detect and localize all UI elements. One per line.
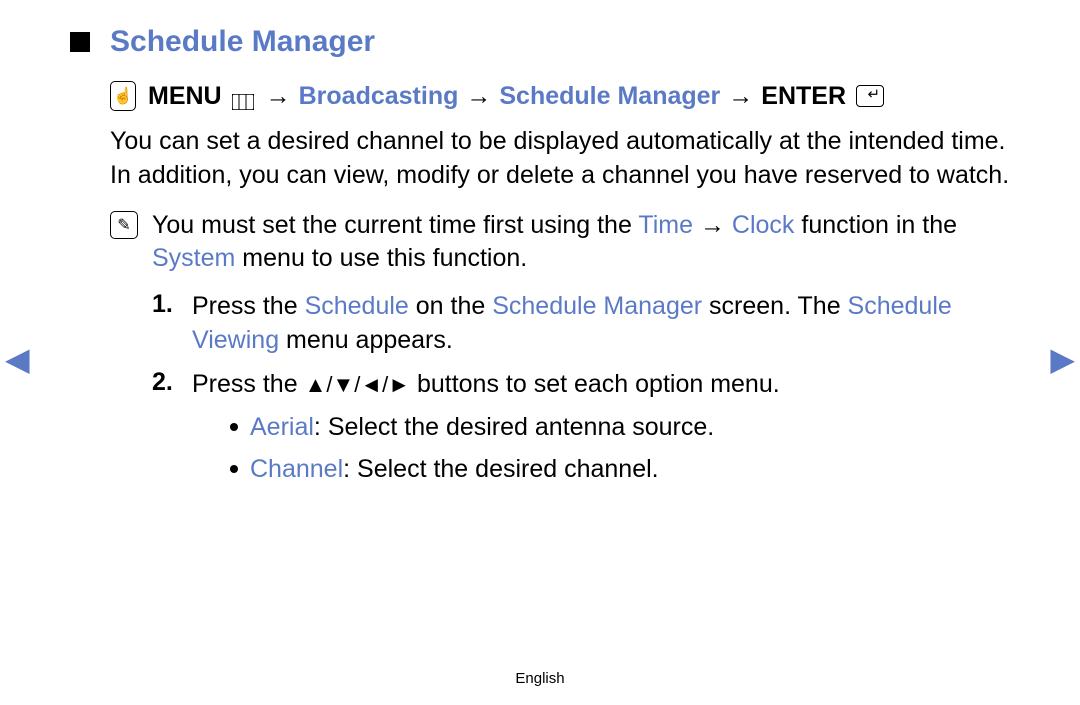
step-text-part: menu appears. xyxy=(279,326,453,354)
note-link: Clock xyxy=(732,211,795,239)
nav-next-button[interactable]: ▶ xyxy=(1050,340,1075,378)
bullet-text: Aerial: Select the desired antenna sourc… xyxy=(250,411,714,445)
arrow-icon: → xyxy=(728,82,753,111)
bullet-desc: : Select the desired channel. xyxy=(343,455,658,483)
enter-label: ENTER xyxy=(761,82,846,111)
note-text-part: function in the xyxy=(794,211,957,239)
list-item: Aerial: Select the desired antenna sourc… xyxy=(230,411,1010,445)
menu-label: MENU xyxy=(148,82,222,111)
footer-language: English xyxy=(0,670,1080,687)
step-text-part: Press the xyxy=(192,370,305,398)
arrow-icon: → xyxy=(466,82,491,111)
note-text-part: → xyxy=(693,211,732,239)
step-text: Press the ▲/▼/◄/► buttons to set each op… xyxy=(192,368,780,402)
bullet-icon xyxy=(230,423,238,431)
bullet-label: Channel xyxy=(250,455,343,483)
intro-paragraph: You can set a desired channel to be disp… xyxy=(110,125,1010,193)
step-1: 1. Press the Schedule on the Schedule Ma… xyxy=(152,290,1010,358)
note-row: ✎ You must set the current time first us… xyxy=(110,209,1010,277)
step-text: Press the Schedule on the Schedule Manag… xyxy=(192,290,1010,358)
step-text-part: screen. The xyxy=(702,292,847,320)
bullet-label: Aerial xyxy=(250,413,314,441)
breadcrumb: ☝ MENU → Broadcasting → Schedule Manager… xyxy=(110,81,1010,111)
step-link: Schedule xyxy=(305,292,409,320)
bullet-text: Channel: Select the desired channel. xyxy=(250,453,659,487)
step-link: Schedule Manager xyxy=(492,292,702,320)
triangle-right-icon: ▶ xyxy=(1050,341,1075,377)
note-text: You must set the current time first usin… xyxy=(152,209,1010,277)
hand-icon: ☝ xyxy=(110,81,136,111)
step-number: 2. xyxy=(152,368,182,402)
content-area: ☝ MENU → Broadcasting → Schedule Manager… xyxy=(110,81,1010,487)
triangle-left-icon: ◀ xyxy=(5,341,30,377)
note-link: Time xyxy=(638,211,693,239)
step-2: 2. Press the ▲/▼/◄/► buttons to set each… xyxy=(152,368,1010,402)
step-text-part: buttons to set each option menu. xyxy=(410,370,780,398)
note-text-part: You must set the current time first usin… xyxy=(152,211,638,239)
step-number: 1. xyxy=(152,290,182,358)
square-bullet-icon xyxy=(70,32,90,52)
step-text-part: on the xyxy=(409,292,492,320)
page-title: Schedule Manager xyxy=(110,25,375,59)
breadcrumb-item: Schedule Manager xyxy=(499,82,720,111)
list-item: Channel: Select the desired channel. xyxy=(230,453,1010,487)
note-text-part: menu to use this function. xyxy=(235,244,527,272)
note-link: System xyxy=(152,244,235,272)
breadcrumb-item: Broadcasting xyxy=(299,82,459,111)
arrow-icon: → xyxy=(266,82,291,111)
bullet-icon xyxy=(230,465,238,473)
direction-buttons-icon: ▲/▼/◄/► xyxy=(305,372,410,397)
menu-icon xyxy=(232,88,254,104)
title-row: Schedule Manager xyxy=(70,25,1020,59)
bullet-list: Aerial: Select the desired antenna sourc… xyxy=(230,411,1010,487)
bullet-desc: : Select the desired antenna source. xyxy=(314,413,714,441)
enter-icon xyxy=(856,85,884,107)
note-icon: ✎ xyxy=(110,211,138,239)
step-text-part: Press the xyxy=(192,292,305,320)
nav-prev-button[interactable]: ◀ xyxy=(5,340,30,378)
